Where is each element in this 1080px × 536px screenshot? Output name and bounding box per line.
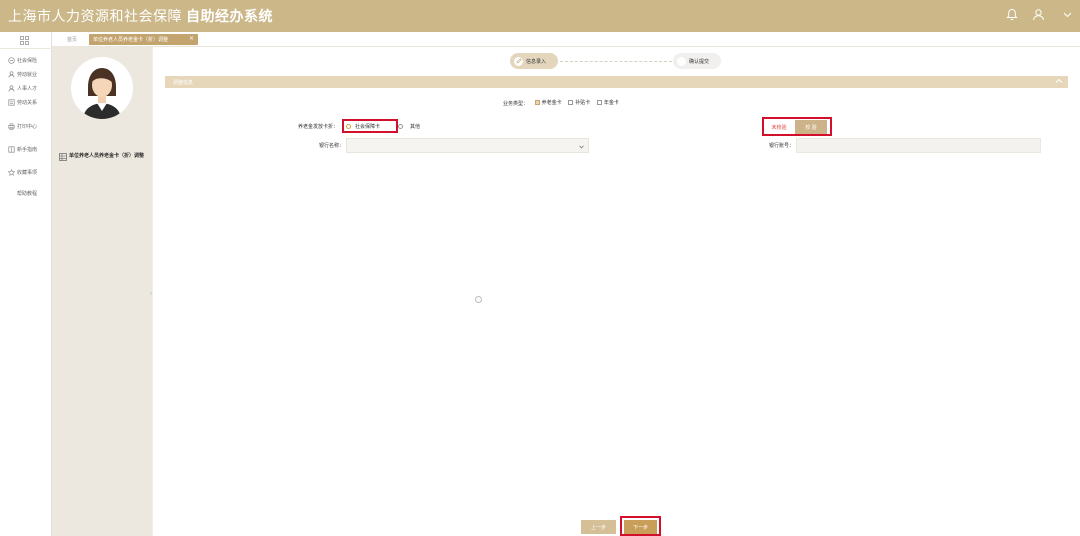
bank-name-select[interactable] — [346, 138, 589, 153]
nav-item-print-center[interactable]: 打印中心 — [7, 122, 37, 130]
avatar — [71, 57, 133, 119]
verify-button[interactable]: 校 验 — [795, 120, 827, 134]
header-actions — [1006, 8, 1072, 21]
check-icon — [677, 56, 686, 66]
checkbox-checked[interactable] — [534, 100, 540, 105]
chevron-down-icon — [579, 144, 584, 151]
option-label: 年金卡 — [603, 100, 619, 106]
user-avatar-illustration — [71, 57, 133, 119]
nav-item-label: 打印中心 — [17, 123, 38, 130]
side-menu-label: 单位养老人员养老金卡（折）调整 — [69, 153, 145, 159]
divider — [0, 48, 52, 49]
step-label: 信息录入 — [526, 58, 547, 65]
option-label: 补贴卡 — [575, 100, 591, 106]
close-icon[interactable]: × — [189, 36, 194, 42]
app-title-sub: 自助经办系统 — [186, 9, 273, 25]
app-title: 上海市人力资源和社会保障 自助经办系统 — [8, 6, 273, 26]
nav-item-label: 帮助教程 — [17, 191, 38, 197]
pay-to-label-wrap: 养老金发放卡折： — [298, 123, 338, 130]
step-connector — [560, 61, 672, 62]
option-other[interactable]: 其他 — [398, 123, 420, 130]
option-label: 社会保障卡 — [355, 124, 381, 130]
document-icon — [7, 98, 15, 106]
tab-bar: 首页 单位养老人员养老金卡（折）调整 × — [52, 32, 1080, 47]
radio-selected[interactable] — [346, 124, 351, 129]
nav-item-personnel[interactable]: 人事人才 — [7, 84, 37, 92]
option-social-security-card[interactable]: 社会保障卡 — [346, 123, 380, 130]
nav-item-label: 人事人才 — [17, 85, 38, 92]
book-icon — [7, 145, 15, 153]
verify-status-badge: 未校验 — [766, 123, 792, 132]
edit-icon — [514, 56, 523, 66]
grid-menu-icon[interactable] — [20, 36, 29, 47]
main-content: 信息录入 确认提交 调整信息 业务类型： 养老金卡 补贴卡 年金卡 养老金发放卡… — [153, 47, 1080, 536]
option-label: 养老金卡 — [541, 100, 562, 106]
business-type-label: 业务类型： — [503, 101, 529, 107]
nav-item-label: 新手指南 — [17, 146, 38, 153]
option-subsidy-card[interactable]: 补贴卡 — [568, 99, 590, 106]
nav-item-labor-relations[interactable]: 劳动关系 — [7, 98, 37, 106]
tab-home[interactable]: 首页 — [67, 36, 77, 43]
step-label: 确认提交 — [689, 58, 710, 65]
bank-account-input[interactable] — [796, 138, 1041, 153]
bank-account-label: 银行账号： — [768, 143, 794, 149]
checkbox[interactable] — [568, 100, 574, 105]
step-confirm-submit: 确认提交 — [673, 53, 721, 69]
bell-icon[interactable] — [1006, 8, 1018, 21]
nav-item-help[interactable]: 帮助教程 — [17, 190, 37, 197]
shield-icon — [7, 56, 15, 64]
pay-to-label: 养老金发放卡折： — [298, 124, 339, 130]
option-annuity-card[interactable]: 年金卡 — [596, 99, 619, 106]
nav-item-employment[interactable]: 劳动就业 — [7, 70, 37, 78]
people-icon — [7, 84, 15, 92]
user-icon[interactable] — [1032, 8, 1045, 21]
printer-icon — [7, 122, 15, 130]
tab-label: 单位养老人员养老金卡（折）调整 — [93, 37, 169, 43]
nav-item-label: 收藏事项 — [17, 169, 38, 176]
app-title-main: 上海市人力资源和社会保障 — [8, 9, 182, 25]
nav-item-social-insurance[interactable]: 社会保险 — [7, 56, 37, 64]
step-info-entry: 信息录入 — [510, 53, 558, 69]
prev-step-button[interactable]: 上一步 — [581, 520, 616, 534]
side-panel: 单位养老人员养老金卡（折）调整 — [52, 47, 152, 536]
checkbox[interactable] — [596, 100, 602, 105]
loading-spinner-icon — [475, 296, 482, 303]
nav-item-label: 社会保险 — [17, 57, 38, 64]
business-type-row: 业务类型： 养老金卡 补贴卡 年金卡 — [503, 99, 619, 107]
next-step-button[interactable]: 下一步 — [624, 520, 657, 534]
chevron-down-icon[interactable] — [1063, 12, 1072, 18]
nav-item-favorites[interactable]: 收藏事项 — [7, 168, 37, 176]
left-nav: 社会保险 劳动就业 人事人才 劳动关系 打印中心 新手指南 收藏事项 帮助教程 — [0, 32, 52, 536]
step-indicator: 信息录入 确认提交 — [510, 53, 722, 69]
section-header-adjust-info: 调整信息 — [165, 76, 1068, 88]
nav-item-label: 劳动关系 — [17, 99, 38, 106]
person-icon — [7, 70, 15, 78]
table-icon — [59, 153, 67, 163]
tab-pension-card-adjust[interactable]: 单位养老人员养老金卡（折）调整 × — [89, 34, 198, 45]
nav-item-label: 劳动就业 — [17, 71, 38, 78]
side-menu-item-pension-card-adjust[interactable]: 单位养老人员养老金卡（折）调整 — [59, 153, 149, 163]
nav-item-guide[interactable]: 新手指南 — [7, 145, 37, 153]
section-title: 调整信息 — [173, 79, 194, 86]
app-header: 上海市人力资源和社会保障 自助经办系统 — [0, 0, 1080, 32]
chevron-up-icon[interactable] — [1055, 78, 1063, 86]
collapse-panel-handle[interactable]: ‹ — [150, 291, 152, 297]
bank-name-label: 银行名称： — [318, 143, 344, 149]
option-pension-card[interactable]: 养老金卡 — [534, 99, 562, 106]
radio[interactable] — [398, 124, 403, 129]
option-label: 其他 — [410, 124, 421, 130]
star-icon — [7, 168, 15, 176]
